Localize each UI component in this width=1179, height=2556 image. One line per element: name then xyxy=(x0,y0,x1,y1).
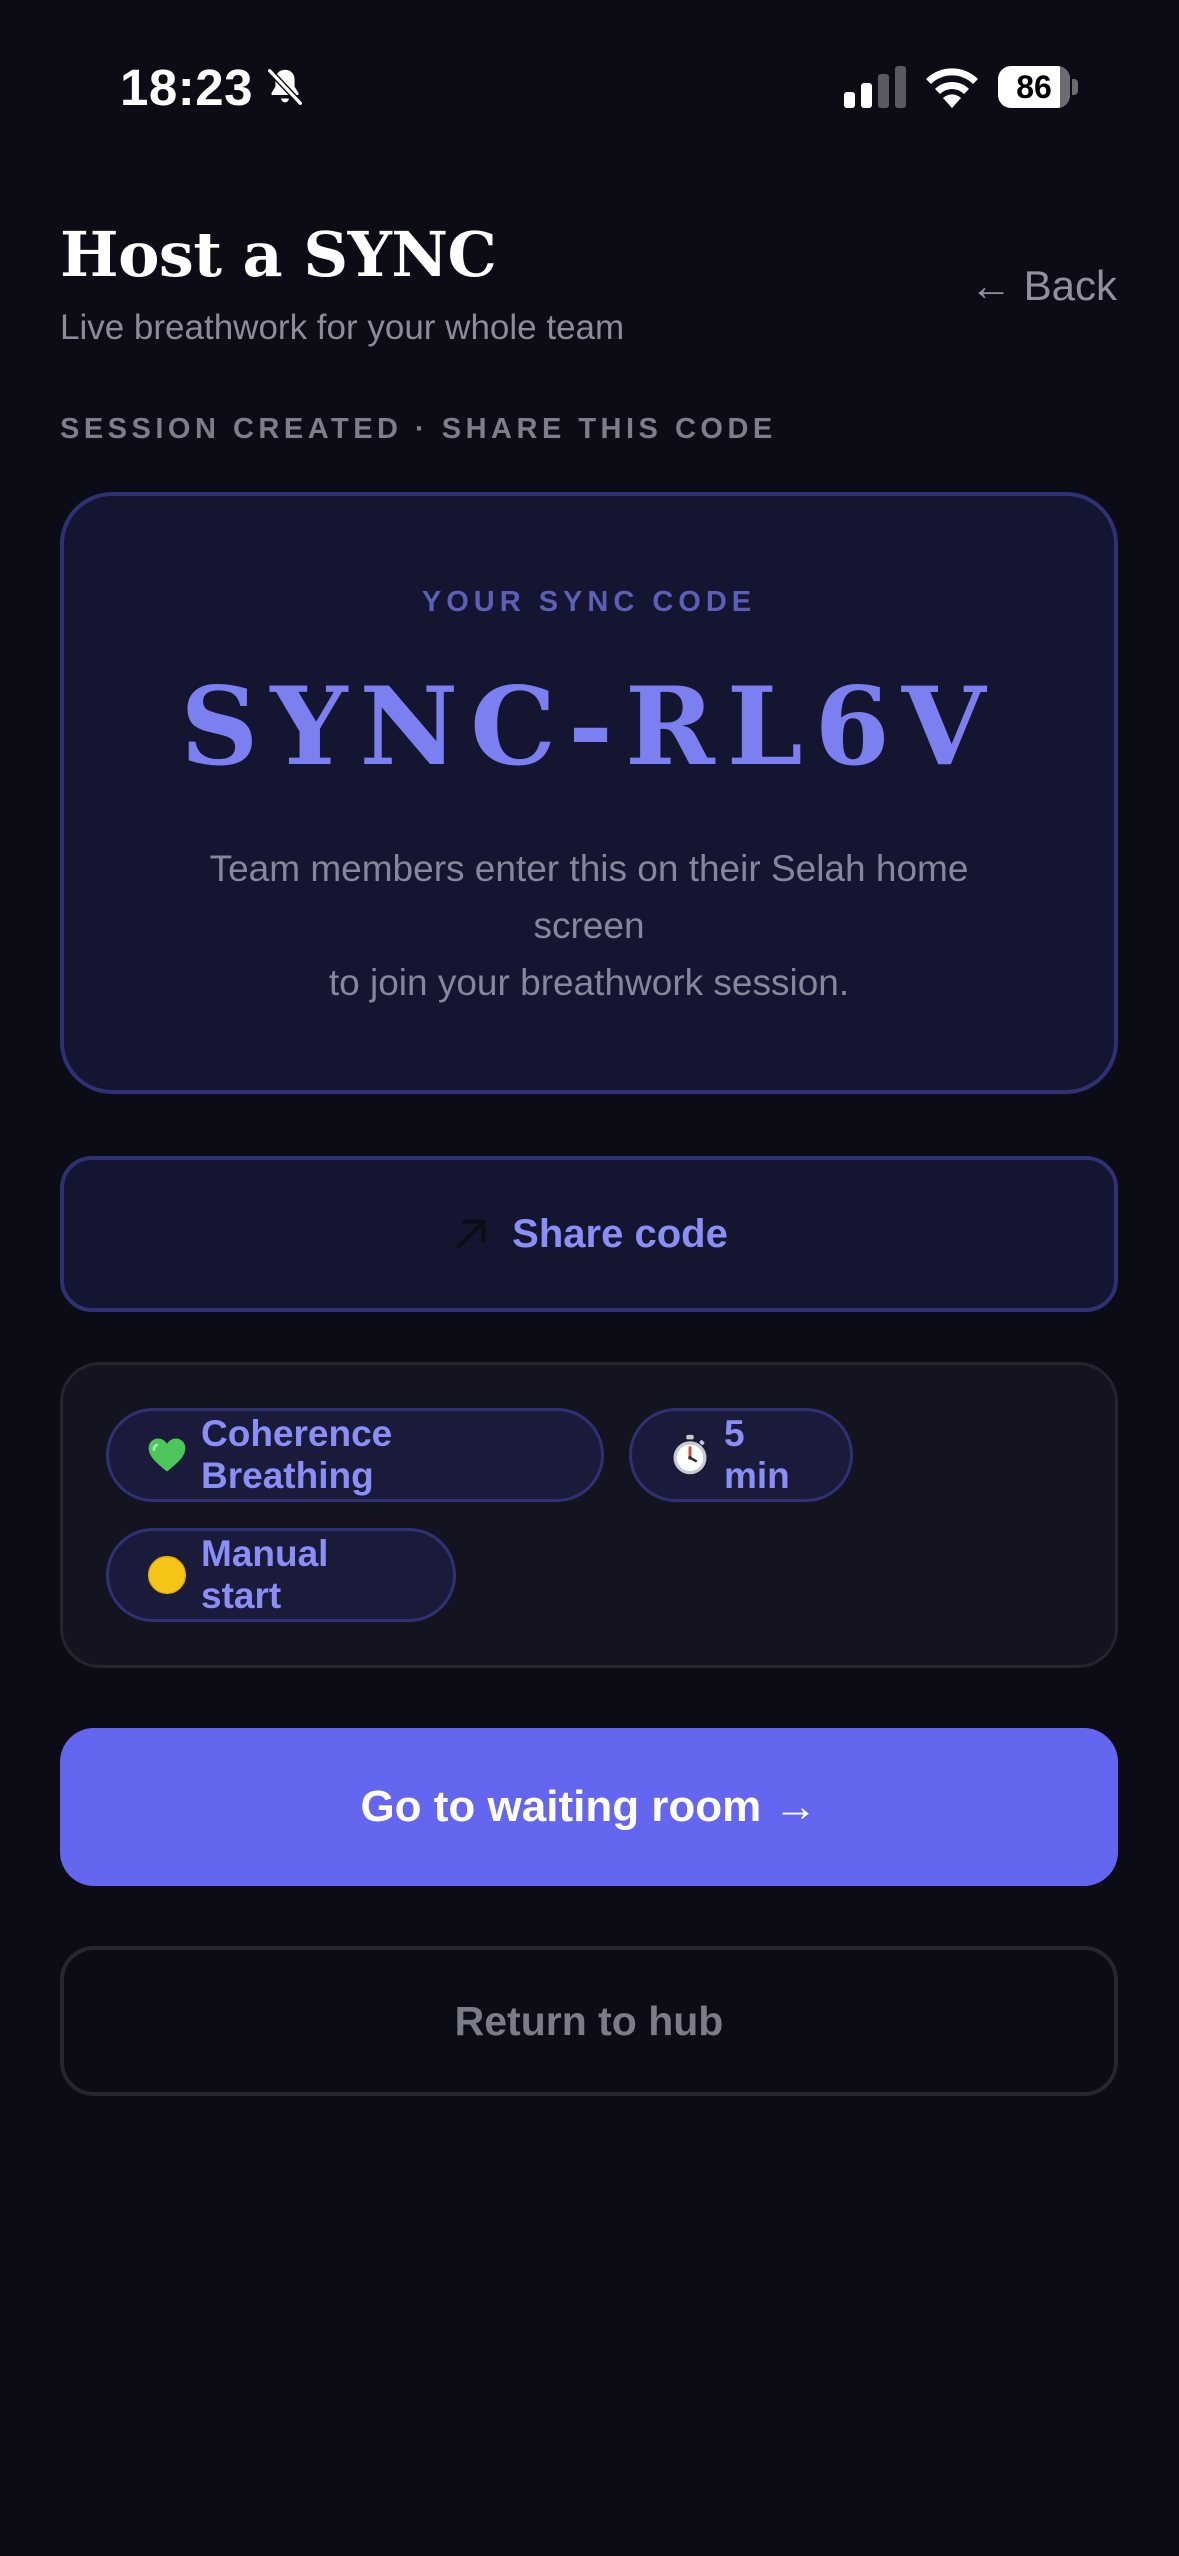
status-time: 18:23 xyxy=(120,59,253,116)
sync-code-help: Team members enter this on their Selah h… xyxy=(184,840,994,1011)
technique-label: Coherence Breathing xyxy=(201,1413,393,1496)
share-code-label: Share code xyxy=(512,1211,728,1256)
green-heart-icon xyxy=(148,1438,186,1472)
arrow-up-right-icon xyxy=(456,1219,486,1249)
sync-code-help-line1: Team members enter this on their Selah h… xyxy=(209,848,969,946)
start-mode-chip: Manual start xyxy=(106,1528,456,1622)
sync-code-help-line2: to join your breathwork session. xyxy=(328,962,850,1003)
duration-chip: 5 min xyxy=(629,1408,853,1502)
go-to-waiting-room-label: Go to waiting room → xyxy=(360,1782,818,1831)
page-subtitle: Live breathwork for your whole team xyxy=(60,308,625,347)
battery-level: 86 xyxy=(1016,69,1052,105)
wifi-icon xyxy=(926,68,978,108)
technique-chip: Coherence Breathing xyxy=(106,1408,604,1502)
status-bar: 18:23 86 xyxy=(0,0,1179,175)
go-to-waiting-room-button[interactable]: Go to waiting room → xyxy=(60,1728,1118,1886)
stopwatch-icon xyxy=(673,1434,707,1475)
signal-icon xyxy=(844,66,906,108)
start-mode-label: Manual start xyxy=(201,1533,329,1616)
yellow-circle-icon xyxy=(147,1555,187,1595)
battery-icon: 86 xyxy=(998,66,1078,108)
section-label: SESSION CREATED · SHARE THIS CODE xyxy=(60,413,777,445)
page-title: Host a SYNC xyxy=(60,218,497,291)
share-code-button[interactable]: Share code xyxy=(60,1156,1118,1312)
return-to-hub-button[interactable]: Return to hub xyxy=(60,1946,1118,2096)
sync-code-label: YOUR SYNC CODE xyxy=(421,586,757,618)
session-options-card: Coherence Breathing 5 min Manual start xyxy=(60,1362,1118,1668)
sync-code-card: YOUR SYNC CODE SYNC-RL6V Team members en… xyxy=(60,492,1118,1094)
duration-label: 5 min xyxy=(724,1413,790,1496)
sync-code: SYNC-RL6V xyxy=(180,664,998,790)
back-button[interactable]: ← Back xyxy=(970,262,1117,310)
bell-off-icon xyxy=(266,67,304,107)
return-to-hub-label: Return to hub xyxy=(454,1997,724,2044)
